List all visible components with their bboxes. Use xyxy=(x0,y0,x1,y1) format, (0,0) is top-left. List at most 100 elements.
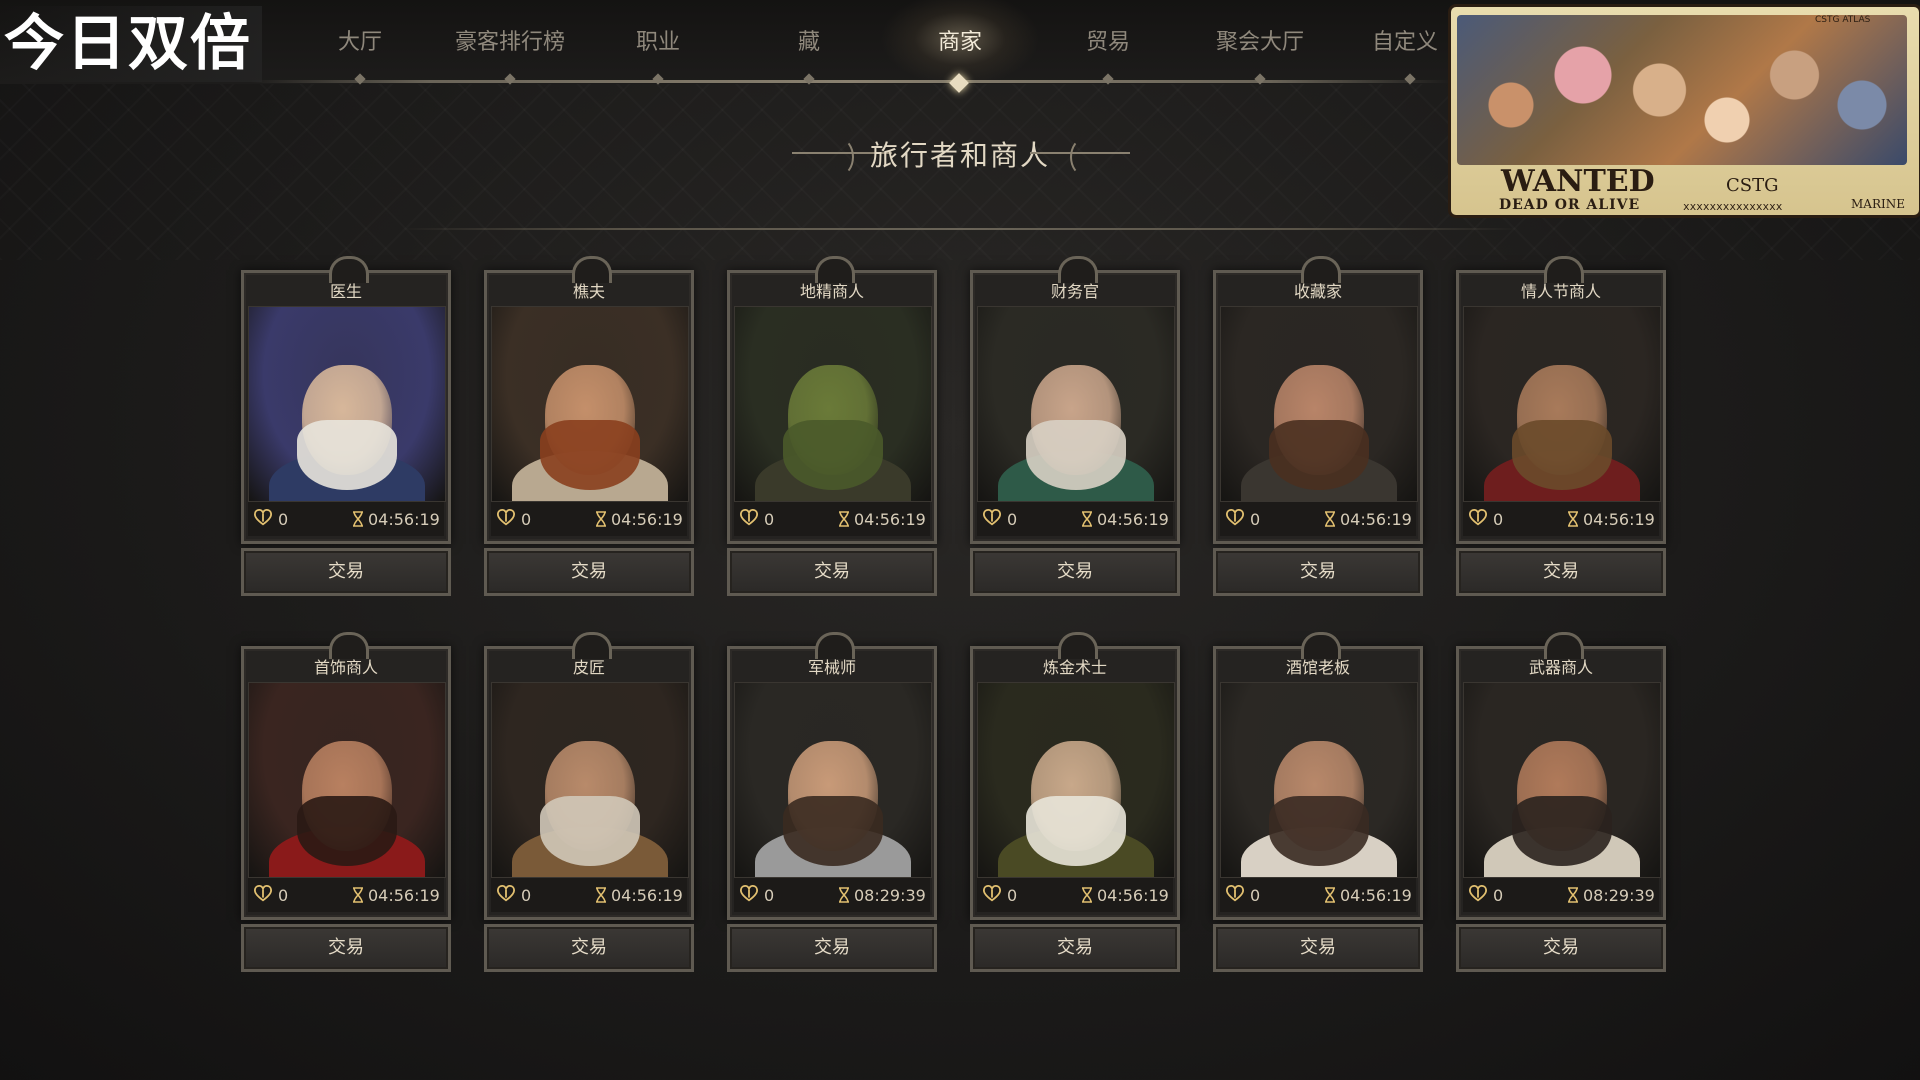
portrait-beard xyxy=(1026,795,1126,866)
hourglass-icon xyxy=(1325,511,1335,527)
tab-custom[interactable]: 自定义 xyxy=(1372,24,1452,85)
heart-icon xyxy=(1226,509,1244,526)
merchant-portrait[interactable] xyxy=(1220,682,1418,878)
merchant-portrait[interactable] xyxy=(734,306,932,502)
merchant-card[interactable]: 酒馆老板 0 04:56:19 交易 xyxy=(1213,632,1423,972)
heart-icon xyxy=(254,885,272,902)
favor-value: 0 xyxy=(1250,510,1261,529)
merchant-card[interactable]: 炼金术士 0 04:56:19 交易 xyxy=(970,632,1180,972)
card-crest-icon xyxy=(1301,632,1341,659)
heart-icon xyxy=(1469,509,1487,526)
refresh-timer: 08:29:39 xyxy=(1583,886,1655,905)
merchant-stats: 0 04:56:19 xyxy=(491,502,687,536)
tab-leaderboard[interactable]: 豪客排行榜 xyxy=(445,24,575,85)
trade-button[interactable]: 交易 xyxy=(1213,924,1423,972)
hourglass-icon xyxy=(596,887,606,903)
trade-button[interactable]: 交易 xyxy=(970,548,1180,596)
hourglass-icon xyxy=(353,887,363,903)
section-title: 旅行者和商人 xyxy=(869,139,1050,172)
trade-button[interactable]: 交易 xyxy=(727,548,937,596)
trade-button[interactable]: 交易 xyxy=(1213,548,1423,596)
hourglass-icon xyxy=(353,511,363,527)
portrait-beard xyxy=(1269,795,1369,866)
merchant-card[interactable]: 收藏家 0 04:56:19 交易 xyxy=(1213,256,1423,596)
merchant-name: 樵夫 xyxy=(572,282,605,301)
favor-value: 0 xyxy=(278,510,289,529)
merchant-portrait[interactable] xyxy=(248,306,446,502)
merchant-card[interactable]: 情人节商人 0 04:56:19 交易 xyxy=(1456,256,1666,596)
tab-trade[interactable]: 贸易 xyxy=(1078,24,1138,85)
merchant-portrait[interactable] xyxy=(248,682,446,878)
portrait-beard xyxy=(297,419,397,490)
heart-icon xyxy=(254,509,272,526)
merchant-portrait[interactable] xyxy=(977,306,1175,502)
merchant-card[interactable]: 武器商人 0 08:29:39 交易 xyxy=(1456,632,1666,972)
tab-stash[interactable]: 藏 xyxy=(789,24,829,85)
merchant-portrait[interactable] xyxy=(734,682,932,878)
merchant-card[interactable]: 财务官 0 04:56:19 交易 xyxy=(970,256,1180,596)
card-crest-icon xyxy=(815,632,855,659)
trade-button[interactable]: 交易 xyxy=(727,924,937,972)
tab-label: 大厅 xyxy=(337,30,382,55)
refresh-timer: 04:56:19 xyxy=(1340,886,1412,905)
merchant-card[interactable]: 首饰商人 0 04:56:19 交易 xyxy=(241,632,451,972)
merchant-card[interactable]: 皮匠 0 04:56:19 交易 xyxy=(484,632,694,972)
merchant-card[interactable]: 樵夫 0 04:56:19 交易 xyxy=(484,256,694,596)
merchant-portrait[interactable] xyxy=(1463,682,1661,878)
merchant-name: 收藏家 xyxy=(1293,282,1342,301)
portrait-beard xyxy=(1512,419,1612,490)
merchant-name: 财务官 xyxy=(1050,282,1099,301)
merchant-portrait[interactable] xyxy=(1463,306,1661,502)
heart-icon xyxy=(497,885,515,902)
tab-lobby[interactable]: 大厅 xyxy=(330,24,390,85)
favor-value: 0 xyxy=(1007,510,1018,529)
wanted-marine: MARINE xyxy=(1851,197,1905,211)
tab-class[interactable]: 职业 xyxy=(628,24,688,85)
tab-label: 贸易 xyxy=(1085,30,1130,55)
card-crest-icon xyxy=(329,632,369,659)
heart-icon xyxy=(497,509,515,526)
tab-label: 自定义 xyxy=(1372,30,1439,55)
merchant-name: 酒馆老板 xyxy=(1285,658,1350,677)
favor-value: 0 xyxy=(1007,886,1018,905)
merchant-card[interactable]: 医生 0 04:56:19 交易 xyxy=(241,256,451,596)
tab-gathering-hall[interactable]: 聚会大厅 xyxy=(1210,24,1310,85)
favor-value: 0 xyxy=(1250,886,1261,905)
refresh-timer: 04:56:19 xyxy=(368,510,440,529)
trade-button[interactable]: 交易 xyxy=(484,548,694,596)
merchant-card[interactable]: 军械师 0 08:29:39 交易 xyxy=(727,632,937,972)
trade-button[interactable]: 交易 xyxy=(241,924,451,972)
merchant-stats: 0 08:29:39 xyxy=(734,878,930,912)
merchant-portrait[interactable] xyxy=(491,682,689,878)
refresh-timer: 04:56:19 xyxy=(611,510,683,529)
tab-merchants[interactable]: 商家 xyxy=(930,24,990,64)
merchant-stats: 0 04:56:19 xyxy=(1463,502,1659,536)
card-crest-icon xyxy=(1301,256,1341,283)
merchant-portrait[interactable] xyxy=(491,306,689,502)
card-crest-icon xyxy=(572,632,612,659)
portrait-beard xyxy=(1269,419,1369,490)
hourglass-icon xyxy=(839,887,849,903)
heart-icon xyxy=(983,509,1001,526)
merchant-stats: 0 04:56:19 xyxy=(248,502,444,536)
wanted-subtitle: DEAD OR ALIVE xyxy=(1499,197,1641,213)
trade-button[interactable]: 交易 xyxy=(241,548,451,596)
merchant-name: 医生 xyxy=(329,282,362,301)
merchant-portrait[interactable] xyxy=(1220,306,1418,502)
card-crest-icon xyxy=(1544,256,1584,283)
merchant-stats: 0 04:56:19 xyxy=(734,502,930,536)
hourglass-icon xyxy=(839,511,849,527)
trade-button[interactable]: 交易 xyxy=(1456,924,1666,972)
portrait-beard xyxy=(297,795,397,866)
title-ornament-right xyxy=(1030,152,1130,154)
heart-icon xyxy=(1469,885,1487,902)
merchant-portrait[interactable] xyxy=(977,682,1175,878)
merchant-card[interactable]: 地精商人 0 04:56:19 交易 xyxy=(727,256,937,596)
trade-button[interactable]: 交易 xyxy=(1456,548,1666,596)
trade-button[interactable]: 交易 xyxy=(484,924,694,972)
trade-button[interactable]: 交易 xyxy=(970,924,1180,972)
card-crest-icon xyxy=(815,256,855,283)
merchant-stats: 0 04:56:19 xyxy=(1220,502,1416,536)
tab-label: 藏 xyxy=(797,30,820,55)
heart-icon xyxy=(1226,885,1244,902)
